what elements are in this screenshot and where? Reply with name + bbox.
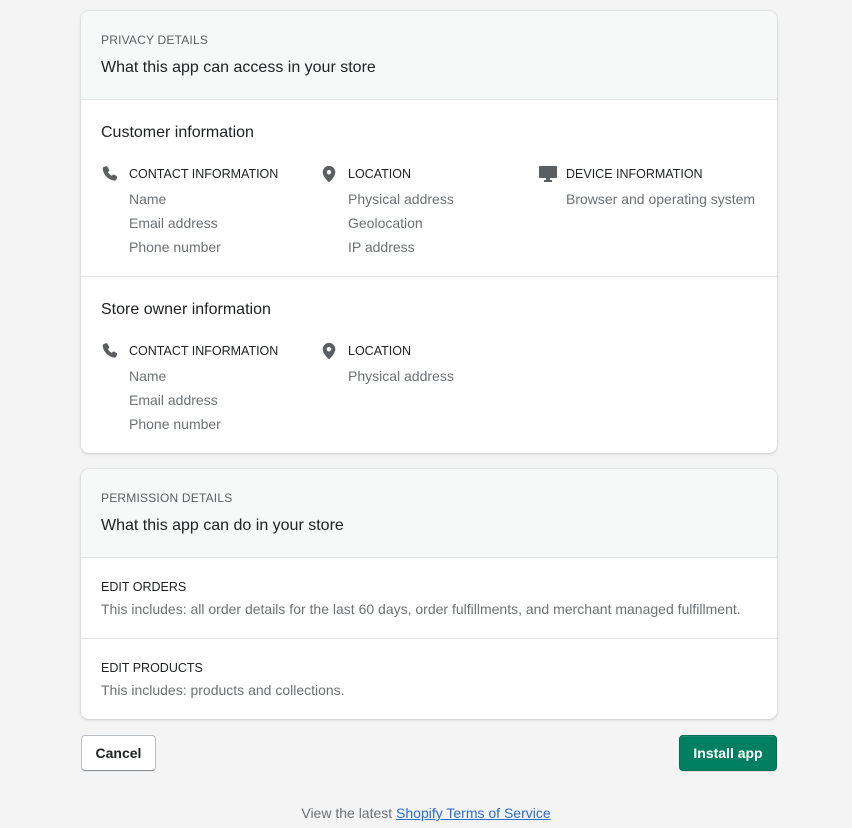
privacy-title: What this app can access in your store bbox=[101, 59, 376, 76]
list-item: Browser and operating system bbox=[566, 191, 756, 207]
customer-location-column: LOCATION Physical address Geolocation IP… bbox=[320, 165, 530, 265]
footer-text: View the latest bbox=[301, 805, 397, 821]
customer-location-title: LOCATION bbox=[348, 167, 411, 181]
owner-contact-column: CONTACT INFORMATION Name Email address P… bbox=[101, 342, 311, 442]
list-item: Physical address bbox=[348, 191, 454, 207]
customer-contact-title: CONTACT INFORMATION bbox=[129, 167, 279, 181]
install-app-button[interactable]: Install app bbox=[679, 735, 777, 771]
list-item: Physical address bbox=[348, 368, 454, 384]
cancel-button[interactable]: Cancel bbox=[81, 735, 156, 771]
permission-card-header: PERMISSION DETAILS What this app can do … bbox=[81, 469, 777, 558]
phone-icon bbox=[101, 165, 119, 183]
list-item: IP address bbox=[348, 239, 415, 255]
customer-contact-column: CONTACT INFORMATION Name Email address P… bbox=[101, 165, 311, 265]
phone-icon bbox=[101, 342, 119, 360]
owner-contact-title: CONTACT INFORMATION bbox=[129, 344, 279, 358]
owner-location-list: Physical address bbox=[348, 368, 454, 392]
location-pin-icon bbox=[320, 342, 338, 360]
owner-location-title: LOCATION bbox=[348, 344, 411, 358]
owner-location-column: LOCATION Physical address bbox=[320, 342, 530, 402]
store-owner-information-section: Store owner information CONTACT INFORMAT… bbox=[81, 277, 777, 453]
customer-device-column: DEVICE INFORMATION Browser and operating… bbox=[538, 165, 768, 225]
permission-item-description: This includes: products and collections. bbox=[101, 682, 345, 698]
footer-terms: View the latest Shopify Terms of Service bbox=[0, 805, 852, 821]
list-item: Phone number bbox=[129, 239, 221, 255]
terms-of-service-link[interactable]: Shopify Terms of Service bbox=[396, 805, 551, 821]
privacy-eyebrow: PRIVACY DETAILS bbox=[101, 33, 209, 47]
location-pin-icon bbox=[320, 165, 338, 183]
list-item: Phone number bbox=[129, 416, 221, 432]
customer-location-list: Physical address Geolocation IP address bbox=[348, 191, 454, 263]
customer-information-title: Customer information bbox=[101, 124, 254, 141]
customer-device-title: DEVICE INFORMATION bbox=[566, 167, 703, 181]
list-item: Email address bbox=[129, 392, 218, 408]
customer-device-list: Browser and operating system bbox=[566, 191, 755, 215]
store-owner-information-title: Store owner information bbox=[101, 301, 271, 318]
privacy-card-header: PRIVACY DETAILS What this app can access… bbox=[81, 11, 777, 100]
customer-contact-list: Name Email address Phone number bbox=[129, 191, 221, 263]
permission-item-title: EDIT PRODUCTS bbox=[101, 661, 203, 675]
permission-eyebrow: PERMISSION DETAILS bbox=[101, 491, 233, 505]
permission-title: What this app can do in your store bbox=[101, 517, 344, 534]
customer-information-section: Customer information CONTACT INFORMATION… bbox=[81, 100, 777, 277]
permission-details-card: PERMISSION DETAILS What this app can do … bbox=[81, 469, 777, 719]
list-item: Email address bbox=[129, 215, 218, 231]
permission-item-title: EDIT ORDERS bbox=[101, 580, 187, 594]
list-item: Name bbox=[129, 368, 167, 384]
list-item: Geolocation bbox=[348, 215, 423, 231]
permission-item-description: This includes: all order details for the… bbox=[101, 601, 741, 617]
monitor-icon bbox=[538, 165, 558, 183]
privacy-details-card: PRIVACY DETAILS What this app can access… bbox=[81, 11, 777, 453]
permission-edit-orders: EDIT ORDERS This includes: all order det… bbox=[81, 558, 777, 639]
permission-edit-products: EDIT PRODUCTS This includes: products an… bbox=[81, 639, 777, 719]
list-item: Name bbox=[129, 191, 167, 207]
owner-contact-list: Name Email address Phone number bbox=[129, 368, 221, 440]
